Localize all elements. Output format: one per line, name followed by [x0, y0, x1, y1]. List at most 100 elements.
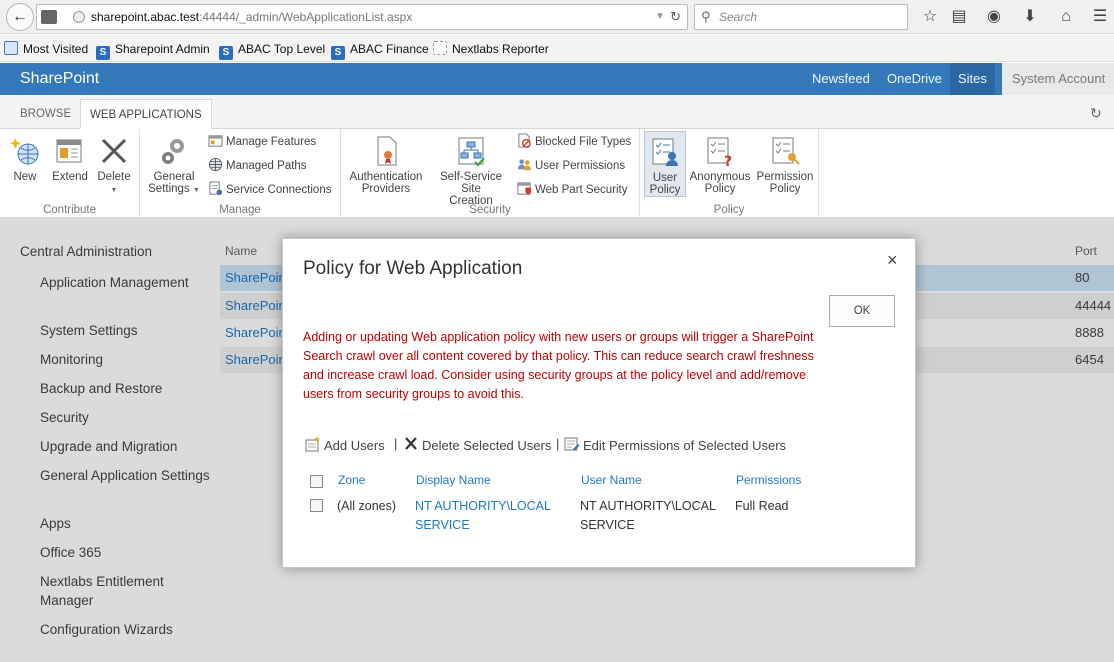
add-users-icon — [305, 436, 320, 452]
back-arrow-icon[interactable]: ← — [6, 3, 34, 31]
ok-button[interactable]: OK — [829, 295, 895, 327]
select-all-checkbox[interactable] — [310, 475, 323, 488]
service-connections-icon — [209, 181, 223, 196]
ribbon: New Extend Delete ▼ Contribute General S… — [0, 129, 1114, 218]
general-settings-label: General — [153, 171, 195, 183]
menu-icon[interactable]: ☰ — [1088, 5, 1112, 29]
delete-selected-users-button[interactable]: Delete Selected Users — [403, 436, 551, 453]
anonymous-policy-button[interactable]: ? Anonymous Policy — [688, 135, 752, 195]
new-web-app-icon — [10, 138, 39, 165]
new-button[interactable]: New — [6, 135, 44, 183]
user-policy-icon — [652, 138, 678, 166]
anonymous-policy-label-2: Policy — [704, 183, 736, 195]
user-policy-label: User — [652, 172, 678, 184]
dialog-title: Policy for Web Application — [303, 258, 523, 279]
policy-dialog: Policy for Web Application × OK Adding o… — [282, 238, 916, 568]
user-policy-button[interactable]: User Policy — [644, 131, 686, 197]
pocket-icon[interactable]: ◉ — [982, 5, 1006, 29]
suite-title[interactable]: SharePoint — [20, 63, 99, 95]
suite-link-newsfeed[interactable]: Newsfeed — [812, 63, 870, 95]
users-icon — [517, 159, 532, 171]
user-name-line-1: NT AUTHORITY\LOCAL — [580, 499, 716, 513]
row-checkbox[interactable] — [310, 499, 323, 512]
add-users-button[interactable]: Add Users — [305, 436, 385, 453]
permission-policy-button[interactable]: Permission Policy — [754, 135, 816, 195]
authentication-providers-label: Authentication — [349, 171, 423, 183]
column-header-display-name[interactable]: Display Name — [416, 473, 491, 487]
download-icon[interactable]: ⬇ — [1018, 5, 1042, 29]
authentication-icon — [377, 136, 397, 166]
search-placeholder: Search — [719, 10, 758, 24]
refresh-icon[interactable]: ↻ — [1090, 105, 1102, 122]
tab-browse[interactable]: BROWSE — [11, 99, 80, 129]
reload-icon[interactable]: ↻ — [670, 5, 681, 29]
web-part-security-button[interactable]: Web Part Security — [517, 181, 627, 198]
search-icon: ⚲ — [701, 9, 711, 24]
bookmark-most-visited[interactable]: Most Visited — [4, 41, 88, 57]
blocked-file-types-button[interactable]: Blocked File Types — [517, 133, 631, 150]
toolbar-separator: | — [394, 436, 398, 451]
suite-link-sites[interactable]: Sites — [950, 63, 995, 95]
chevron-down-icon: ▼ — [192, 187, 200, 194]
bookmark-abac-finance[interactable]: S ABAC Finance — [331, 41, 429, 60]
general-settings-button[interactable]: General Settings ▼ — [146, 135, 202, 197]
delete-button[interactable]: Delete ▼ — [94, 135, 134, 197]
ribbon-group-policy: User Policy ? Anonymous Policy Permissio… — [640, 129, 819, 218]
tab-tiles-icon[interactable] — [41, 10, 57, 24]
group-label-security: Security — [469, 204, 511, 216]
account-name: System Account — [1012, 71, 1106, 86]
tab-web-applications[interactable]: WEB APPLICATIONS — [80, 99, 212, 129]
blank-page-icon — [433, 41, 447, 55]
crawl-warning-text: Adding or updating Web application polic… — [303, 330, 814, 401]
user-permissions-button[interactable]: User Permissions — [517, 157, 625, 174]
chevron-down-icon[interactable]: ▼ — [655, 5, 665, 29]
bookmark-sharepoint-admin[interactable]: S Sharepoint Admin — [96, 41, 210, 60]
permissions-cell: Full Read — [735, 499, 789, 513]
self-service-site-creation-button[interactable]: Self-Service Site Creation — [429, 135, 513, 207]
delete-x-icon — [101, 138, 127, 164]
bookmark-abac-top-level[interactable]: S ABAC Top Level — [219, 41, 325, 60]
web-part-security-icon — [517, 182, 532, 196]
column-header-user-name[interactable]: User Name — [581, 473, 642, 487]
delete-users-label: Delete Selected Users — [422, 438, 552, 453]
service-connections-label: Service Connections — [226, 184, 332, 196]
edit-permissions-button[interactable]: Edit Permissions of Selected Users — [564, 436, 786, 453]
add-users-label: Add Users — [324, 438, 385, 453]
column-header-permissions[interactable]: Permissions — [736, 473, 801, 487]
sharepoint-icon: S — [331, 46, 345, 60]
url-text: sharepoint.abac.test:44444/_admin/WebApp… — [91, 10, 413, 24]
managed-paths-button[interactable]: Managed Paths — [208, 157, 307, 174]
user-permissions-label: User Permissions — [535, 160, 626, 172]
group-label-contribute: Contribute — [42, 204, 97, 216]
account-menu[interactable]: System Account ▼ — [1002, 63, 1114, 117]
edit-permissions-icon — [564, 437, 580, 451]
site-hierarchy-icon — [458, 137, 485, 167]
authentication-providers-label-2: Providers — [361, 183, 411, 195]
permission-policy-icon — [772, 137, 800, 165]
manage-features-button[interactable]: Manage Features — [208, 133, 316, 150]
star-icon[interactable]: ☆ — [918, 5, 942, 29]
extend-icon — [56, 139, 82, 163]
group-label-manage: Manage — [219, 204, 261, 216]
service-connections-button[interactable]: Service Connections — [208, 181, 331, 198]
display-name-link[interactable]: NT AUTHORITY\LOCAL SERVICE — [415, 497, 551, 535]
toolbar-separator: | — [556, 436, 560, 451]
gear-icon — [162, 139, 184, 164]
suite-link-onedrive[interactable]: OneDrive — [887, 63, 942, 95]
extend-button[interactable]: Extend — [49, 135, 91, 183]
column-header-zone[interactable]: Zone — [338, 473, 365, 487]
home-icon[interactable]: ⌂ — [1054, 5, 1078, 29]
browser-search-input[interactable]: ⚲ Search — [694, 4, 908, 30]
site-identity-icon[interactable] — [73, 11, 85, 23]
most-visited-icon — [4, 41, 18, 55]
authentication-providers-button[interactable]: Authentication Providers — [345, 135, 427, 195]
address-bar[interactable]: sharepoint.abac.test:44444/_admin/WebApp… — [36, 4, 688, 30]
close-icon[interactable]: × — [887, 250, 898, 271]
blocked-file-types-label: Blocked File Types — [535, 136, 632, 148]
new-label: New — [13, 171, 37, 183]
blocked-file-icon — [518, 133, 531, 148]
features-icon — [208, 135, 223, 147]
web-part-security-label: Web Part Security — [535, 184, 628, 196]
reading-list-icon[interactable]: ▤ — [947, 5, 971, 29]
bookmark-nextlabs-reporter[interactable]: Nextlabs Reporter — [433, 41, 549, 57]
